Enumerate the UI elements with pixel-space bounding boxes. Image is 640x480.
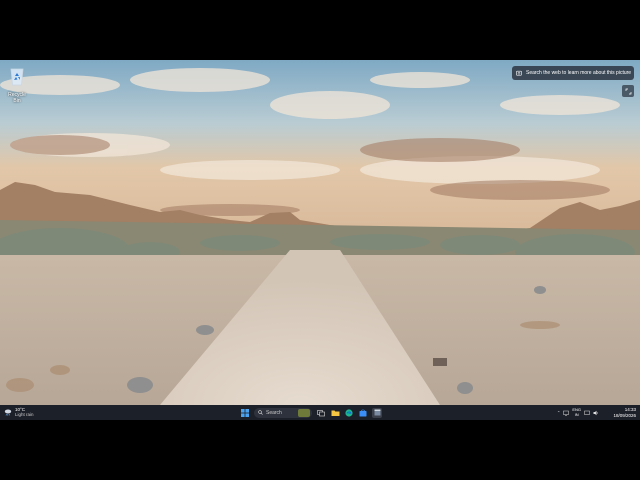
task-view-button[interactable] [316, 408, 326, 418]
taskbar-center: Search [240, 407, 382, 418]
desktop-wallpaper [0, 60, 640, 405]
chevron-up-icon[interactable]: ⌃ [557, 410, 560, 415]
spotlight-label: Search the web to learn more about this … [526, 70, 632, 76]
store-icon [359, 409, 367, 416]
clock-date: 18/09/2026 [613, 412, 636, 418]
search-highlight-art [298, 408, 310, 417]
windows-logo-icon [241, 408, 249, 417]
edge-icon [345, 408, 353, 417]
clock[interactable]: 14:33 18/09/2026 [612, 407, 636, 418]
display-icon[interactable] [584, 410, 590, 416]
camera-icon [516, 70, 522, 76]
file-explorer-button[interactable] [330, 408, 340, 418]
language-indicator[interactable]: ENG IN [572, 407, 581, 417]
weather-condition: Light rain [15, 412, 34, 417]
volume-icon[interactable] [593, 410, 599, 416]
search-icon [258, 410, 263, 415]
microsoft-store-button[interactable] [358, 408, 368, 418]
taskbar: 10°C Light rain Search ⌃ ENG IN 14:33 18… [0, 405, 640, 420]
system-tray: ⌃ ENG IN [557, 407, 599, 418]
task-view-icon [317, 409, 325, 416]
recycle-bin-label: Recycle Bin [8, 92, 26, 104]
network-icon[interactable] [563, 410, 570, 416]
recycle-bin-shortcut[interactable]: Recycle Bin [4, 66, 30, 104]
cloud-rain-icon [4, 409, 12, 416]
window-app-icon [374, 409, 380, 416]
taskbar-search[interactable]: Search [254, 407, 312, 418]
folder-icon [331, 410, 339, 416]
search-placeholder: Search [266, 409, 282, 416]
desktop: Recycle Bin Search the web to learn more… [0, 60, 640, 420]
spotlight-expand-button[interactable] [622, 85, 634, 97]
weather-widget[interactable]: 10°C Light rain [4, 407, 34, 417]
spotlight-info-button[interactable]: Search the web to learn more about this … [512, 66, 634, 80]
region-code: IN [574, 411, 579, 417]
expand-icon [625, 88, 631, 94]
recycle-bin-icon [10, 68, 24, 86]
start-button[interactable] [240, 408, 250, 418]
app-button[interactable] [372, 407, 382, 418]
edge-button[interactable] [344, 408, 354, 418]
